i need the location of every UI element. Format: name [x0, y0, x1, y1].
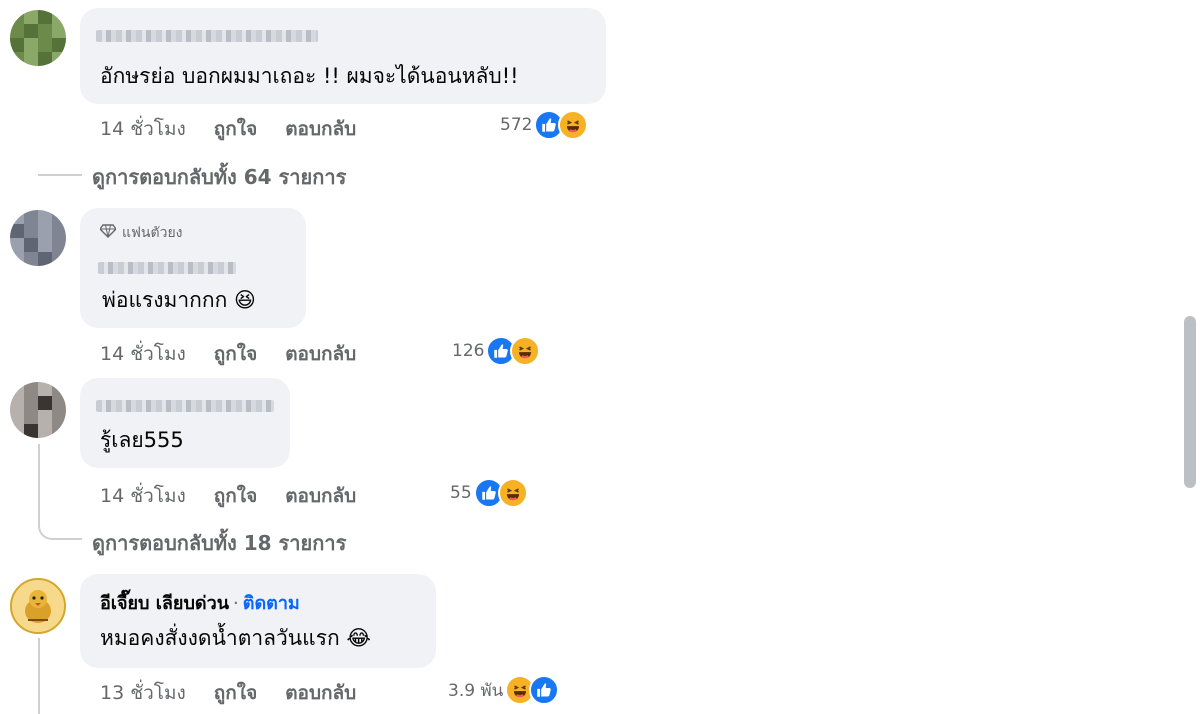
reply-action[interactable]: ตอบกลับ: [285, 118, 356, 140]
reaction-count: 126: [452, 341, 485, 361]
haha-icon: [558, 110, 589, 140]
thread-line: [38, 444, 40, 528]
reaction-summary[interactable]: 572: [500, 110, 589, 140]
comment-bubble: รู้เลย555: [80, 378, 290, 468]
reaction-count: 3.9 พัน: [448, 680, 504, 701]
comment-text: หมอคงสั่งงดน้ำตาลวันแรก 😂: [100, 626, 371, 650]
like-action[interactable]: ถูกใจ: [214, 343, 257, 365]
author-name-blurred[interactable]: [96, 400, 274, 412]
reply-action[interactable]: ตอบกลับ: [285, 485, 356, 507]
thread-line: [38, 638, 40, 714]
avatar[interactable]: [10, 210, 66, 266]
timestamp[interactable]: 14 ชั่วโมง: [100, 343, 186, 365]
comment-header: อีเจี๊ยบ เลียบด่วน · ติดตาม: [100, 592, 300, 616]
like-action[interactable]: ถูกใจ: [214, 118, 257, 140]
diamond-icon: [99, 224, 117, 242]
reaction-count: 55: [450, 483, 472, 503]
reaction-count: 572: [500, 115, 533, 135]
comment-bubble: อีเจี๊ยบ เลียบด่วน · ติดตาม หมอคงสั่งงดน้ำ…: [80, 574, 436, 668]
reply-action[interactable]: ตอบกลับ: [285, 682, 356, 704]
view-replies-link[interactable]: ดูการตอบกลับทั้ง 18 รายการ: [92, 527, 346, 559]
author-name-blurred[interactable]: [98, 262, 236, 274]
like-action[interactable]: ถูกใจ: [214, 485, 257, 507]
haha-icon: [510, 336, 541, 366]
timestamp[interactable]: 14 ชั่วโมง: [100, 485, 186, 507]
comment-bubble: อักษรย่อ บอกผมมาเถอะ !! ผมจะได้นอนหลับ!!: [80, 8, 606, 104]
author-name-blurred[interactable]: [96, 30, 318, 42]
reaction-summary[interactable]: 3.9 พัน: [448, 675, 560, 705]
comment-text: พ่อแรงมากกก 😆: [102, 288, 256, 312]
timestamp[interactable]: 13 ชั่วโมง: [100, 682, 186, 704]
separator-dot: ·: [233, 593, 239, 614]
thread-connector: [38, 162, 82, 176]
like-action[interactable]: ถูกใจ: [214, 682, 257, 704]
avatar[interactable]: [10, 10, 66, 66]
comment-text: อักษรย่อ บอกผมมาเถอะ !! ผมจะได้นอนหลับ!!: [100, 64, 519, 88]
thread-connector: [38, 526, 82, 540]
like-icon: [529, 675, 560, 705]
comment-meta: 14 ชั่วโมง ถูกใจ ตอบกลับ: [100, 114, 384, 144]
comment-meta: 14 ชั่วโมง ถูกใจ ตอบกลับ: [100, 481, 384, 511]
comment-meta: 14 ชั่วโมง ถูกใจ ตอบกลับ: [100, 339, 384, 369]
comment-text: รู้เลย555: [100, 428, 184, 452]
scrollbar-thumb[interactable]: [1184, 316, 1196, 488]
comment-bubble: แฟนตัวยง พ่อแรงมากกก 😆: [80, 208, 306, 328]
avatar[interactable]: [10, 382, 66, 438]
follow-button[interactable]: ติดตาม: [243, 593, 300, 614]
timestamp[interactable]: 14 ชั่วโมง: [100, 118, 186, 140]
top-fan-badge: แฟนตัวยง: [99, 222, 183, 244]
haha-icon: [497, 478, 528, 508]
author-name[interactable]: อีเจี๊ยบ เลียบด่วน: [100, 593, 229, 614]
reaction-summary[interactable]: 126: [452, 336, 541, 366]
avatar[interactable]: [10, 578, 66, 634]
reply-action[interactable]: ตอบกลับ: [285, 343, 356, 365]
view-replies-link[interactable]: ดูการตอบกลับทั้ง 64 รายการ: [92, 161, 346, 193]
badge-label: แฟนตัวยง: [122, 225, 183, 241]
comment-meta: 13 ชั่วโมง ถูกใจ ตอบกลับ: [100, 678, 384, 708]
reaction-summary[interactable]: 55: [450, 478, 528, 508]
